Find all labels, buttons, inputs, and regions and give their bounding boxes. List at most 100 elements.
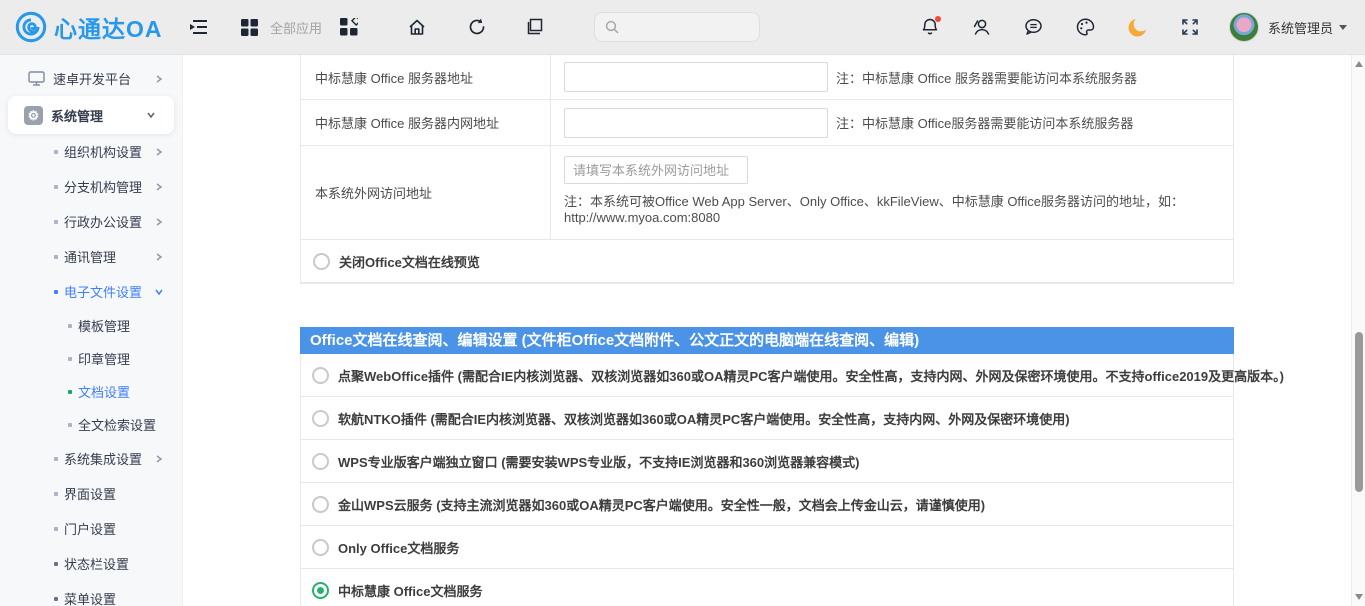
option-row-webgoffice[interactable]: 点聚WebOffice插件 (需配合IE内核浏览器、双核浏览器如360或OA精灵…: [301, 354, 1233, 397]
sidebar-item-label: 印章管理: [78, 349, 130, 368]
scrollbar-up-arrow[interactable]: [1355, 61, 1363, 67]
sidebar-item-label: 分支机构管理: [64, 177, 142, 196]
office-server-intranet-address-input[interactable]: [564, 108, 828, 138]
option-row-wps-pro[interactable]: WPS专业版客户端独立窗口 (需要安装WPS专业版，不支持IE浏览器和360浏览…: [301, 440, 1233, 483]
radio-button[interactable]: [312, 453, 329, 470]
dark-mode-moon-icon[interactable]: [1125, 14, 1151, 40]
refresh-icon[interactable]: [464, 14, 490, 40]
sidebar-item-document-settings[interactable]: 文档设置: [0, 375, 182, 408]
option-row-zhongbiao-huikang[interactable]: 中标慧康 Office文档服务: [301, 569, 1233, 606]
search-icon: [605, 20, 619, 34]
sidebar-item-label: 组织机构设置: [64, 142, 142, 161]
contacts-icon[interactable]: [969, 14, 995, 40]
option-label: 关闭Office文档在线预览: [339, 252, 480, 271]
logo-text: 心通达OA: [54, 10, 163, 44]
sidebar-item-label: 全文检索设置: [78, 415, 156, 434]
sidebar-item-label: 界面设置: [64, 484, 116, 503]
all-apps-grid-icon[interactable]: [236, 14, 262, 40]
close-preview-option-row[interactable]: 关闭Office文档在线预览: [301, 240, 1233, 283]
radio-button-selected[interactable]: [312, 582, 329, 599]
gear-icon: ⚙: [24, 106, 43, 125]
external-access-address-input[interactable]: [564, 156, 748, 184]
chevron-right-icon: [154, 454, 164, 464]
user-menu-caret-icon[interactable]: [1339, 25, 1347, 30]
sidebar-item-label: 系统管理: [51, 106, 103, 125]
server-address-table: 中标慧康 Office 服务器地址 注：中标慧康 Office 服务器需要能访问…: [300, 55, 1234, 284]
option-label: 金山WPS云服务 (支持主流浏览器如360或OA精灵PC客户端使用。安全性一般，…: [338, 495, 985, 514]
field-label: 本系统外网访问地址: [301, 146, 551, 239]
all-apps-label[interactable]: 全部应用: [270, 18, 322, 37]
office-server-address-input[interactable]: [564, 62, 828, 92]
sidebar-item-interface-settings[interactable]: 界面设置: [0, 476, 182, 511]
sidebar-item-label: 菜单设置: [64, 589, 116, 606]
field-label: 中标慧康 Office 服务器内网地址: [301, 100, 551, 145]
bullet-dot: [68, 423, 72, 427]
table-row: 中标慧康 Office 服务器地址 注：中标慧康 Office 服务器需要能访问…: [301, 55, 1233, 100]
bullet-dot: [54, 597, 58, 601]
search-input[interactable]: [625, 20, 745, 34]
option-row-ntko[interactable]: 软航NTKO插件 (需配合IE内核浏览器、双核浏览器如360或OA精灵PC客户端…: [301, 397, 1233, 440]
table-row: 本系统外网访问地址 注：本系统可被Office Web App Server、O…: [301, 146, 1233, 240]
scrollbar-down-arrow[interactable]: [1355, 594, 1363, 600]
search-bar[interactable]: [594, 12, 760, 42]
bullet-dot: [54, 185, 58, 189]
customize-apps-icon[interactable]: [336, 14, 362, 40]
sidebar-item-label: 状态栏设置: [64, 554, 129, 573]
sidebar-item-electronic-files[interactable]: 电子文件设置: [0, 274, 182, 309]
option-label: 软航NTKO插件 (需配合IE内核浏览器、双核浏览器如360或OA精灵PC客户端…: [338, 409, 1070, 428]
sidebar-item-system-integration[interactable]: 系统集成设置: [0, 441, 182, 476]
sidebar-item-dev-platform[interactable]: 速卓开发平台: [0, 61, 182, 96]
radio-button[interactable]: [313, 253, 330, 270]
message-bubble-icon[interactable]: [1021, 14, 1047, 40]
field-label: 中标慧康 Office 服务器地址: [301, 55, 551, 99]
notification-bell-icon[interactable]: [917, 14, 943, 40]
app-logo[interactable]: 心通达OA: [0, 10, 186, 44]
office-service-options-list: 点聚WebOffice插件 (需配合IE内核浏览器、双核浏览器如360或OA精灵…: [300, 354, 1234, 606]
monitor-icon: [26, 71, 46, 86]
sidebar-item-menu-settings[interactable]: 菜单设置: [0, 581, 182, 606]
sidebar-item-org-settings[interactable]: 组织机构设置: [0, 134, 182, 169]
home-icon[interactable]: [404, 14, 430, 40]
sidebar-item-statusbar-settings[interactable]: 状态栏设置: [0, 546, 182, 581]
collapse-menu-icon[interactable]: [186, 14, 212, 40]
bullet-dot: [54, 527, 58, 531]
sidebar-item-branch-management[interactable]: 分支机构管理: [0, 169, 182, 204]
option-row-wps-cloud[interactable]: 金山WPS云服务 (支持主流浏览器如360或OA精灵PC客户端使用。安全性一般，…: [301, 483, 1233, 526]
option-row-onlyoffice[interactable]: Only Office文档服务: [301, 526, 1233, 569]
sidebar-item-communication[interactable]: 通讯管理: [0, 239, 182, 274]
field-note-url: http://www.myoa.com:8080: [564, 210, 720, 226]
copy-window-icon[interactable]: [522, 14, 548, 40]
bullet-dot: [54, 290, 58, 294]
fullscreen-icon[interactable]: [1177, 14, 1203, 40]
radio-button[interactable]: [312, 539, 329, 556]
radio-button[interactable]: [312, 367, 329, 384]
user-avatar[interactable]: [1229, 12, 1259, 42]
bullet-dot: [54, 150, 58, 154]
sidebar-item-template-management[interactable]: 模板管理: [0, 309, 182, 342]
radio-button[interactable]: [312, 410, 329, 427]
bullet-dot: [68, 324, 72, 328]
theme-palette-icon[interactable]: [1073, 14, 1099, 40]
sidebar: 速卓开发平台 ⚙ 系统管理 组织机构设置 分支机构管理 行政办公设置 通讯管理: [0, 55, 183, 606]
bullet-dot: [54, 220, 58, 224]
vertical-scrollbar[interactable]: [1351, 55, 1365, 606]
section-title-bar: Office文档在线查阅、编辑设置 (文件柜Office文档附件、公文正文的电脑…: [300, 327, 1234, 354]
sidebar-item-label: 文档设置: [78, 382, 130, 401]
notification-badge: [935, 16, 941, 22]
bullet-dot: [54, 255, 58, 259]
sidebar-item-fulltext-search-settings[interactable]: 全文检索设置: [0, 408, 182, 441]
main-content: 中标慧康 Office 服务器地址 注：中标慧康 Office 服务器需要能访问…: [183, 55, 1351, 606]
sidebar-item-label: 通讯管理: [64, 247, 116, 266]
radio-button[interactable]: [312, 496, 329, 513]
sidebar-item-system-management[interactable]: ⚙ 系统管理: [8, 96, 174, 134]
chevron-right-icon: [154, 217, 164, 227]
sidebar-item-admin-office-settings[interactable]: 行政办公设置: [0, 204, 182, 239]
chevron-right-icon: [154, 182, 164, 192]
user-name[interactable]: 系统管理员: [1268, 18, 1333, 37]
sidebar-item-seal-management[interactable]: 印章管理: [0, 342, 182, 375]
bullet-dot: [68, 390, 72, 394]
scrollbar-thumb[interactable]: [1355, 332, 1363, 492]
sidebar-item-portal-settings[interactable]: 门户设置: [0, 511, 182, 546]
logo-icon: [14, 10, 48, 44]
sidebar-item-label: 行政办公设置: [64, 212, 142, 231]
